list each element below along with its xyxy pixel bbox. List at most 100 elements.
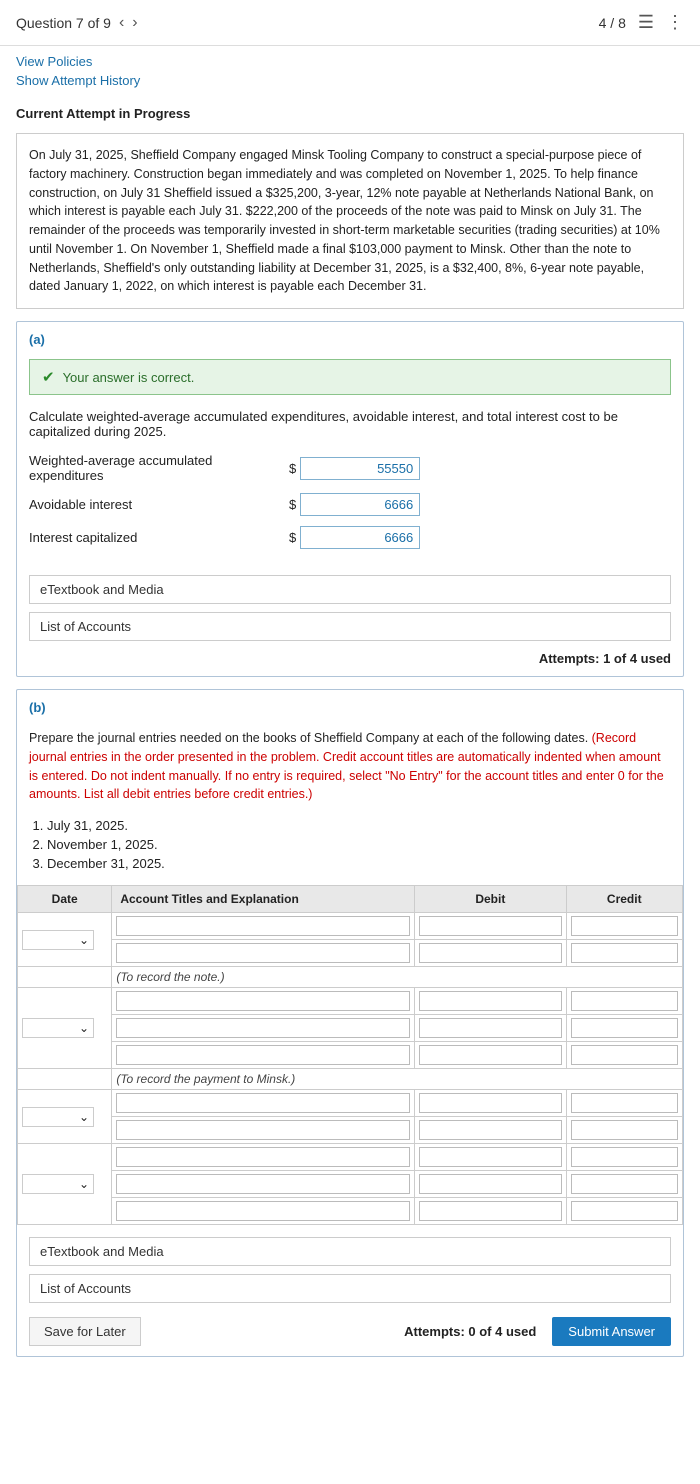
debit-input-cell-1a	[415, 913, 566, 940]
debit-input-3c[interactable]	[419, 1147, 561, 1167]
capitalized-input[interactable]	[300, 526, 420, 549]
table-row	[18, 1171, 683, 1198]
wae-input[interactable]	[300, 457, 420, 480]
table-row	[18, 1198, 683, 1225]
credit-input-cell-3d	[566, 1171, 682, 1198]
account-input-1b[interactable]	[116, 943, 410, 963]
date-dropdown-2[interactable]: ⌄	[22, 1018, 94, 1038]
account-input-3d[interactable]	[116, 1174, 410, 1194]
date-dropdown-3a[interactable]: ⌄	[22, 1107, 94, 1127]
fields-table: Weighted-average accumulated expenditure…	[17, 447, 683, 571]
date-dropdown-3b[interactable]: ⌄	[22, 1174, 94, 1194]
list-of-accounts-button-a[interactable]: List of Accounts	[29, 612, 671, 641]
submit-answer-button[interactable]: Submit Answer	[552, 1317, 671, 1346]
note-date-cell-1	[18, 967, 112, 988]
note-text-1: (To record the note.)	[112, 967, 683, 988]
account-input-cell-3b	[112, 1117, 415, 1144]
list-icon-button[interactable]: ☰	[638, 12, 654, 33]
table-row	[18, 1015, 683, 1042]
account-input-3c[interactable]	[116, 1147, 410, 1167]
debit-input-3a[interactable]	[419, 1093, 561, 1113]
credit-input-2a[interactable]	[571, 991, 678, 1011]
date-dropdown-cell-3b: ⌄	[18, 1144, 112, 1225]
correct-message: Your answer is correct.	[63, 370, 195, 385]
credit-input-cell-3a	[566, 1090, 682, 1117]
header-right: 4 / 8 ☰ ⋮	[599, 12, 684, 33]
debit-input-cell-3a	[415, 1090, 566, 1117]
account-input-2c[interactable]	[116, 1045, 410, 1065]
etextbook-button-a[interactable]: eTextbook and Media	[29, 575, 671, 604]
field-row-avoidable: Avoidable interest $	[29, 493, 671, 516]
credit-input-1a[interactable]	[571, 916, 678, 936]
header: Question 7 of 9 ‹ › 4 / 8 ☰ ⋮	[0, 0, 700, 46]
debit-input-2b[interactable]	[419, 1018, 561, 1038]
note-date-cell-2	[18, 1069, 112, 1090]
account-input-cell-1a	[112, 913, 415, 940]
view-policies-link[interactable]: View Policies	[16, 54, 684, 69]
credit-input-2c[interactable]	[571, 1045, 678, 1065]
page-info: 4 / 8	[599, 15, 626, 31]
instruction-normal: Prepare the journal entries needed on th…	[29, 731, 592, 745]
account-input-cell-2c	[112, 1042, 415, 1069]
debit-input-cell-2b	[415, 1015, 566, 1042]
debit-input-cell-3c	[415, 1144, 566, 1171]
debit-input-3b[interactable]	[419, 1120, 561, 1140]
table-row: ⌄	[18, 988, 683, 1015]
credit-input-2b[interactable]	[571, 1018, 678, 1038]
account-input-2a[interactable]	[116, 991, 410, 1011]
debit-input-1a[interactable]	[419, 916, 561, 936]
account-input-cell-3c	[112, 1144, 415, 1171]
debit-input-cell-2a	[415, 988, 566, 1015]
table-row	[18, 940, 683, 967]
debit-input-2a[interactable]	[419, 991, 561, 1011]
show-attempt-link[interactable]: Show Attempt History	[16, 73, 684, 88]
credit-input-3d[interactable]	[571, 1174, 678, 1194]
account-input-2b[interactable]	[116, 1018, 410, 1038]
account-input-cell-3e	[112, 1198, 415, 1225]
etextbook-button-b[interactable]: eTextbook and Media	[29, 1237, 671, 1266]
date-dropdown-cell-3a: ⌄	[18, 1090, 112, 1144]
date-item-2: November 1, 2025.	[47, 837, 671, 852]
attempt-in-progress-label: Current Attempt in Progress	[0, 100, 700, 125]
account-input-1a[interactable]	[116, 916, 410, 936]
next-question-button[interactable]: ›	[132, 14, 137, 32]
credit-input-3b[interactable]	[571, 1120, 678, 1140]
avoidable-input[interactable]	[300, 493, 420, 516]
save-for-later-button[interactable]: Save for Later	[29, 1317, 141, 1346]
account-input-cell-2b	[112, 1015, 415, 1042]
credit-input-cell-3c	[566, 1144, 682, 1171]
table-row: ⌄	[18, 1090, 683, 1117]
section-a-instruction: Calculate weighted-average accumulated e…	[17, 403, 683, 447]
account-input-3e[interactable]	[116, 1201, 410, 1221]
credit-input-1b[interactable]	[571, 943, 678, 963]
chevron-down-icon-1: ⌄	[79, 933, 89, 947]
section-a: (a) ✔ Your answer is correct. Calculate …	[16, 321, 684, 677]
debit-input-2c[interactable]	[419, 1045, 561, 1065]
note-row-2: (To record the payment to Minsk.)	[18, 1069, 683, 1090]
credit-input-cell-3e	[566, 1198, 682, 1225]
prev-question-button[interactable]: ‹	[119, 14, 124, 32]
credit-input-cell-1a	[566, 913, 682, 940]
debit-input-cell-2c	[415, 1042, 566, 1069]
debit-input-1b[interactable]	[419, 943, 561, 963]
top-links: View Policies Show Attempt History	[0, 46, 700, 100]
date-item-1: July 31, 2025.	[47, 818, 671, 833]
more-options-button[interactable]: ⋮	[666, 12, 684, 33]
credit-input-3a[interactable]	[571, 1093, 678, 1113]
field-row-capitalized: Interest capitalized $	[29, 526, 671, 549]
wae-label: Weighted-average accumulated expenditure…	[29, 453, 289, 483]
dollar-sign-3: $	[289, 530, 296, 545]
date-dropdown-1[interactable]: ⌄	[22, 930, 94, 950]
list-of-accounts-button-b[interactable]: List of Accounts	[29, 1274, 671, 1303]
debit-input-3e[interactable]	[419, 1201, 561, 1221]
debit-input-3d[interactable]	[419, 1174, 561, 1194]
credit-input-3e[interactable]	[571, 1201, 678, 1221]
debit-input-cell-3e	[415, 1198, 566, 1225]
account-input-3b[interactable]	[116, 1120, 410, 1140]
section-a-attempts: Attempts: 1 of 4 used	[17, 645, 683, 676]
credit-input-3c[interactable]	[571, 1147, 678, 1167]
problem-text: On July 31, 2025, Sheffield Company enga…	[16, 133, 684, 309]
account-input-3a[interactable]	[116, 1093, 410, 1113]
table-row	[18, 1117, 683, 1144]
capitalized-label: Interest capitalized	[29, 530, 289, 545]
